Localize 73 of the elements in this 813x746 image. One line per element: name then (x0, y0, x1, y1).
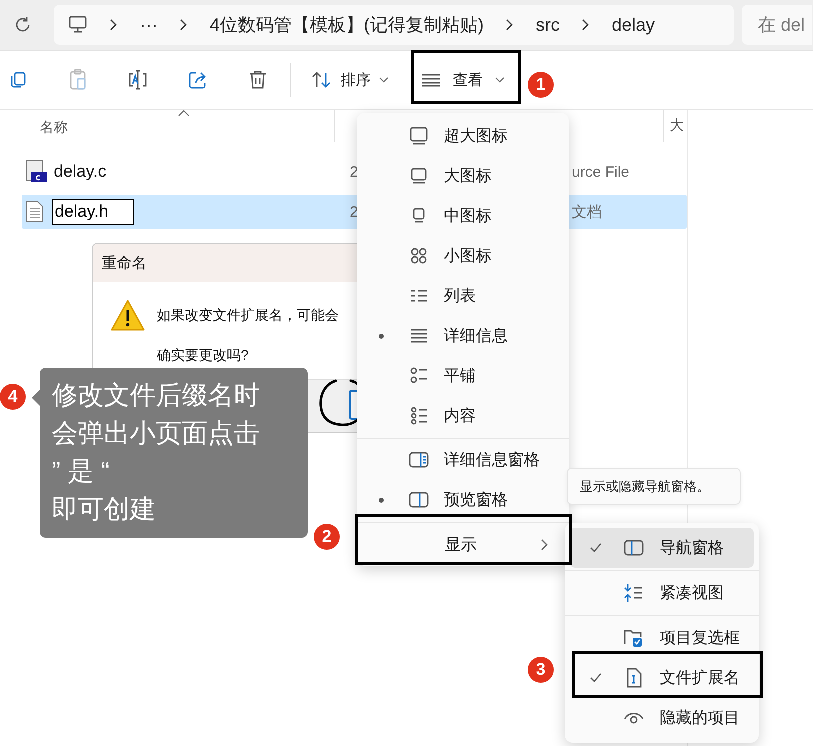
menu-item[interactable]: 预览窗格 (357, 480, 569, 520)
menu-item[interactable]: 大图标 (357, 156, 569, 196)
note-line: 会弹出小页面点击 (52, 417, 260, 450)
clipboard-icon (68, 69, 88, 91)
column-header[interactable]: 名称 (0, 119, 68, 137)
chevron-icon (506, 19, 514, 31)
caret-icon (379, 77, 389, 83)
menu-item[interactable]: 隐藏的项目 (570, 698, 754, 738)
menu-item[interactable]: 列表 (357, 276, 569, 316)
step-badge: 3 (528, 657, 554, 683)
dialog-message: 如果改变文件扩展名，可能会 (157, 307, 340, 325)
menu-item[interactable]: 详细信息 (357, 316, 569, 356)
note-line: ” 是 “ (52, 455, 110, 488)
date-cell: 2 (350, 204, 358, 220)
show-menu-item[interactable]: 显示 (357, 524, 561, 566)
menu-item[interactable]: 超大图标 (357, 116, 569, 156)
tooltip-text: 显示或隐藏导航窗格。 (580, 478, 710, 496)
menu-item[interactable]: 导航窗格 (570, 528, 754, 568)
dialog-question: 确实要更改吗? (157, 347, 250, 365)
refresh-icon[interactable] (14, 16, 32, 34)
rename-field[interactable]: delay.h (52, 199, 134, 225)
breadcrumb[interactable]: delay (612, 14, 656, 36)
address-bar[interactable]: ··· 4位数码管【模板】(记得复制粘贴) src delay (54, 5, 734, 45)
confirm-button[interactable] (349, 390, 357, 420)
tiles-icon (409, 366, 429, 386)
rename-icon (127, 70, 149, 90)
monitor-icon (409, 166, 429, 186)
breadcrumb[interactable]: src (536, 14, 560, 36)
grid-icon (409, 246, 429, 266)
folder-checkbox-icon (624, 628, 644, 648)
menu-item[interactable]: 文件扩展名 (570, 658, 754, 698)
search-field[interactable]: 在 del (742, 5, 812, 45)
warning-icon (110, 299, 146, 333)
sort-button[interactable]: 排序 (305, 60, 395, 100)
c-file-icon (26, 160, 48, 184)
column-header[interactable]: 大 (670, 117, 684, 133)
view-button[interactable]: 查看 (415, 60, 511, 100)
menu-item[interactable]: 平铺 (357, 356, 569, 396)
step-badge: 1 (528, 72, 554, 98)
file-name: delay.c (54, 162, 107, 182)
note-line: 即可创建 (52, 493, 156, 526)
details-pane-icon (409, 450, 429, 470)
monitor-icon (68, 15, 88, 35)
panel-icon (624, 538, 644, 558)
overflow-ellipsis[interactable]: ··· (140, 14, 158, 36)
monitor-icon (409, 126, 429, 146)
dialog-title: 重命名 (102, 254, 147, 272)
trash-icon (248, 70, 268, 90)
pane-icon (409, 490, 429, 510)
chevron-icon (541, 539, 549, 551)
step-badge: 2 (314, 524, 340, 550)
compact-icon (624, 583, 644, 603)
lines-icon (421, 73, 441, 87)
chevron-icon (110, 19, 118, 31)
chevron-icon (180, 19, 188, 31)
sort-icon (311, 70, 333, 90)
menu-item[interactable]: 小图标 (357, 236, 569, 276)
type-cell: urce File (572, 164, 630, 180)
breadcrumb[interactable]: 4位数码管【模板】(记得复制粘贴) (210, 13, 484, 37)
note-line: 修改文件后缀名时 (52, 379, 260, 412)
step-badge: 4 (0, 384, 26, 410)
menu-item[interactable]: 紧凑视图 (570, 573, 754, 613)
menu-item[interactable]: 内容 (357, 396, 569, 436)
share-icon (188, 70, 208, 90)
caret-icon (495, 77, 505, 83)
menu-item[interactable]: 详细信息窗格 (357, 440, 569, 480)
type-cell: 文档 (572, 202, 602, 222)
content-list-icon (409, 406, 429, 426)
sort-caret-icon (178, 110, 190, 117)
chevron-icon (582, 19, 590, 31)
menu-item[interactable]: 项目复选框 (570, 618, 754, 658)
date-cell: 2 (350, 164, 358, 180)
text-file-icon (26, 201, 44, 223)
